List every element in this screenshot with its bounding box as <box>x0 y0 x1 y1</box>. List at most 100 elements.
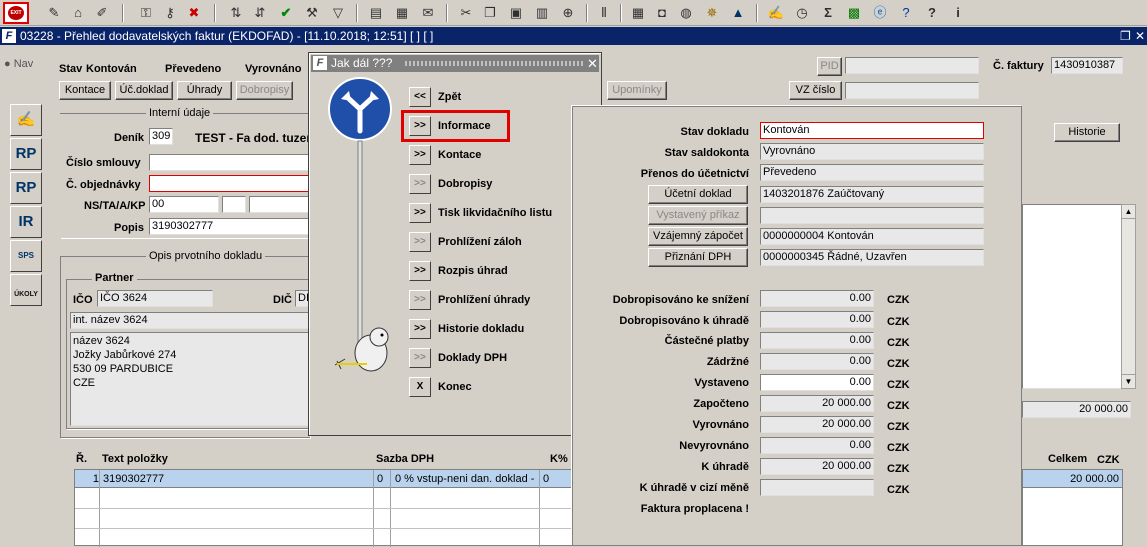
scroll-down-icon[interactable]: ▼ <box>1122 374 1135 388</box>
amount-field[interactable]: 20 000.00 <box>760 458 874 475</box>
restore-window-icon[interactable]: ❐ <box>1120 27 1131 45</box>
copy-icon[interactable]: ❐ <box>480 3 500 23</box>
amount-field[interactable]: 0.00 <box>760 332 874 349</box>
lock-edit-icon[interactable]: ⚷ <box>160 3 180 23</box>
uhrady-button[interactable]: Úhrady <box>177 81 232 100</box>
zpet-button[interactable]: << <box>409 87 431 107</box>
prohlizeni-zaloh-button[interactable]: >> <box>409 232 431 252</box>
historie-dokladu-button[interactable]: >> <box>409 319 431 339</box>
cislo-objednavky-field[interactable] <box>149 175 309 192</box>
int-nazev-field[interactable]: int. název 3624 <box>70 312 310 329</box>
a-kp-field[interactable] <box>249 196 309 213</box>
stav-dokladu-field[interactable]: Kontován <box>760 122 984 139</box>
kontace-menu-button[interactable]: >> <box>409 145 431 165</box>
sidebar-sps-button[interactable]: SPS <box>10 240 42 272</box>
dobropisy-button[interactable]: Dobropisy <box>236 81 293 100</box>
amount-field[interactable]: 0.00 <box>760 290 874 307</box>
globe-icon[interactable]: ◍ <box>676 3 696 23</box>
save-icon[interactable]: ◘ <box>652 3 672 23</box>
ucetni-doklad-button[interactable]: Účetní doklad <box>648 185 748 204</box>
mountain-icon[interactable]: ▲ <box>728 3 748 23</box>
ta-field[interactable] <box>222 196 246 213</box>
vystaveny-prikaz-button[interactable]: Vystavený příkaz <box>648 206 748 225</box>
home-icon[interactable]: ⌂ <box>68 3 88 23</box>
rozpis-uhrad-button[interactable]: >> <box>409 261 431 281</box>
notes-scrollbar[interactable]: ▲ ▼ <box>1121 204 1136 389</box>
ns-field[interactable]: 00 <box>149 196 219 213</box>
dobropisy-menu-button[interactable]: >> <box>409 174 431 194</box>
amount-field[interactable]: 0.00 <box>760 437 874 454</box>
vz-cislo-field[interactable] <box>845 82 979 99</box>
stav-saldokonta-field[interactable]: Vyrovnáno <box>760 143 984 160</box>
historie-button[interactable]: Historie <box>1054 123 1120 142</box>
zoom-icon[interactable]: ⊕ <box>558 3 578 23</box>
sidebar-ir-button[interactable]: IR <box>10 206 42 238</box>
vystaveny-prikaz-field[interactable] <box>760 207 984 224</box>
prenos-field[interactable]: Převedeno <box>760 164 984 181</box>
priznani-dph-button[interactable]: Přiznání DPH <box>648 248 748 267</box>
ie-icon[interactable]: ⓔ <box>870 3 890 23</box>
row-celkem[interactable]: 20 000.00 <box>1023 470 1122 488</box>
sort-descending-icon[interactable]: ⇵ <box>250 3 270 23</box>
wrench-icon[interactable]: ⚒ <box>302 3 322 23</box>
notes-icon[interactable]: ✍ <box>766 3 786 23</box>
amount-field[interactable]: 0.00 <box>760 374 874 391</box>
cut-icon[interactable]: ✂ <box>456 3 476 23</box>
vz-cislo-button[interactable]: VZ číslo <box>789 81 842 100</box>
scroll-up-icon[interactable]: ▲ <box>1122 205 1135 219</box>
right-total-field[interactable]: 20 000.00 <box>1022 401 1131 418</box>
uc-doklad-button[interactable]: Úč.doklad <box>115 81 173 100</box>
columns-icon[interactable]: ⦀ <box>594 3 614 23</box>
amount-field[interactable]: 20 000.00 <box>760 416 874 433</box>
table-row[interactable]: 1 3190302777 0 0 % vstup-neni dan. dokla… <box>75 470 573 488</box>
popis-field[interactable]: 3190302777 <box>149 218 309 235</box>
exit-button[interactable]: EXIT <box>3 2 29 24</box>
calendar-icon[interactable]: ▦ <box>628 3 648 23</box>
whats-this-icon[interactable]: ? <box>922 3 942 23</box>
nav-toggle[interactable]: ● Nav <box>4 58 33 70</box>
amount-field[interactable]: 0.00 <box>760 311 874 328</box>
amount-field[interactable]: 20 000.00 <box>760 395 874 412</box>
notes-area[interactable] <box>1022 204 1123 389</box>
informace-button[interactable]: >> <box>409 116 431 136</box>
konec-button[interactable]: X <box>409 377 431 397</box>
excel-icon[interactable]: ▩ <box>844 3 864 23</box>
amount-field[interactable] <box>760 479 874 496</box>
sigma-icon[interactable]: Σ <box>818 3 838 23</box>
cislo-smlouvy-field[interactable] <box>149 154 309 171</box>
pid-field[interactable] <box>845 57 979 74</box>
check-icon[interactable]: ✔ <box>276 3 296 23</box>
vzajemny-zapocet-field[interactable]: 0000000004 Kontován <box>760 228 984 245</box>
sidebar-notes-button[interactable]: ✍ <box>10 104 42 136</box>
print-preview-icon[interactable]: ▦ <box>392 3 412 23</box>
filter-icon[interactable]: ▽ <box>328 3 348 23</box>
prohlizeni-uhrady-button[interactable]: >> <box>409 290 431 310</box>
cislo-faktury-field[interactable]: 1430910387 <box>1051 57 1123 74</box>
ico-field[interactable]: IČO 3624 <box>97 290 213 307</box>
print-icon[interactable]: ▤ <box>366 3 386 23</box>
denik-field[interactable]: 309 <box>149 128 173 145</box>
vzajemny-zapocet-button[interactable]: Vzájemný zápočet <box>648 227 748 246</box>
delete-icon[interactable]: ✖ <box>184 3 204 23</box>
kontace-button[interactable]: Kontace <box>59 81 111 100</box>
clock-icon[interactable]: ◷ <box>792 3 812 23</box>
dialog-close-icon[interactable]: ✕ <box>587 55 598 72</box>
address-field[interactable]: název 3624 Jožky Jabůrkové 274 530 09 PA… <box>70 332 310 426</box>
sort-ascending-icon[interactable]: ⇅ <box>226 3 246 23</box>
calculator-icon[interactable]: ▥ <box>532 3 552 23</box>
lock-icon[interactable]: ⚿ <box>136 3 156 23</box>
ship-wheel-icon[interactable]: ✵ <box>702 3 722 23</box>
help-icon[interactable]: ? <box>896 3 916 23</box>
ucetni-doklad-field[interactable]: 1403201876 Zaúčtovaný <box>760 186 984 203</box>
mail-icon[interactable]: ✉ <box>418 3 438 23</box>
sidebar-rp-eu-button[interactable]: RP <box>10 172 42 204</box>
priznani-dph-field[interactable]: 0000000345 Řádné, Uzavřen <box>760 249 984 266</box>
tisk-likvidacniho-listu-button[interactable]: >> <box>409 203 431 223</box>
close-window-icon[interactable]: ✕ <box>1135 27 1145 45</box>
pid-button[interactable]: PID <box>817 57 842 76</box>
amount-field[interactable]: 0.00 <box>760 353 874 370</box>
sidebar-rp-cz-button[interactable]: RP <box>10 138 42 170</box>
sidebar-ukoly-button[interactable]: ÚKOLY <box>10 274 42 306</box>
upominky-button[interactable]: Upomínky <box>607 81 667 100</box>
edit-icon[interactable]: ✐ <box>92 3 112 23</box>
